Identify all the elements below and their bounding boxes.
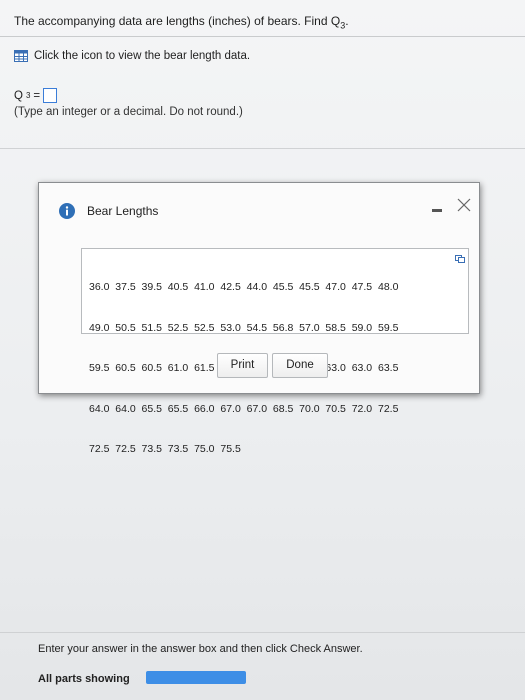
close-icon[interactable] <box>456 197 472 213</box>
minimize-icon[interactable] <box>432 205 442 215</box>
answer-equals: = <box>33 89 41 102</box>
answer-row: Q3 = <box>14 88 58 103</box>
dialog-title: Bear Lengths <box>87 204 159 218</box>
table-icon[interactable] <box>14 50 28 62</box>
data-link-label[interactable]: Click the icon to view the bear length d… <box>34 50 250 62</box>
answer-variable: Q <box>14 89 23 102</box>
answer-hint: (Type an integer or a decimal. Do not ro… <box>14 106 243 118</box>
copy-icon[interactable] <box>455 255 465 263</box>
done-button[interactable]: Done <box>272 353 328 378</box>
print-button[interactable]: Print <box>217 353 268 378</box>
data-row: 72.5 72.5 73.5 73.5 75.0 75.5 <box>89 443 241 455</box>
parts-label: All parts showing <box>38 673 130 685</box>
data-row: 36.0 37.5 39.5 40.5 41.0 42.5 44.0 45.5 … <box>89 281 399 293</box>
instruction-text: Enter your answer in the answer box and … <box>38 643 363 655</box>
bear-lengths-dialog: Bear Lengths 36.0 37.5 39.5 40.5 41.0 42… <box>38 182 480 455</box>
parts-progress-bar <box>146 671 246 684</box>
question-main: The accompanying data are lengths (inche… <box>14 14 341 28</box>
question-suffix: . <box>345 14 349 28</box>
data-table: 36.0 37.5 39.5 40.5 41.0 42.5 44.0 45.5 … <box>81 248 469 455</box>
progress-fill <box>146 671 246 684</box>
answer-subscript: 3 <box>25 91 31 100</box>
data-link[interactable]: Click the icon to view the bear length d… <box>14 50 250 62</box>
content-divider <box>0 148 525 149</box>
screen: The accompanying data are lengths (inche… <box>0 0 525 700</box>
data-row: 49.0 50.5 51.5 52.5 52.5 53.0 54.5 56.8 … <box>89 321 399 334</box>
answer-input[interactable] <box>43 88 58 103</box>
data-row: 64.0 64.0 65.5 65.5 66.0 67.0 67.0 68.5 … <box>89 402 399 415</box>
info-icon <box>59 203 75 219</box>
footer-divider <box>0 632 525 633</box>
question-text: The accompanying data are lengths (inche… <box>14 14 349 30</box>
header-divider <box>0 36 525 37</box>
